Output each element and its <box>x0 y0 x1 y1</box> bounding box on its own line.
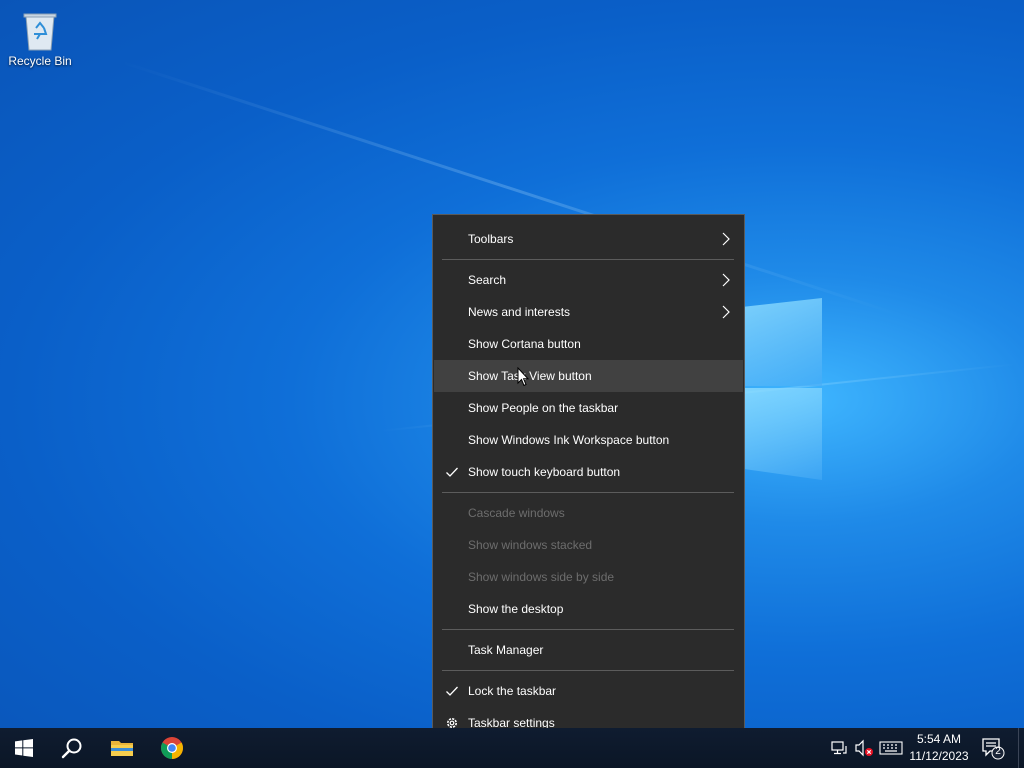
menu-item-label: News and interests <box>468 305 571 319</box>
menu-separator <box>442 670 734 671</box>
action-center-button[interactable]: 2 <box>980 736 1006 760</box>
chevron-right-icon <box>722 305 730 319</box>
mouse-pointer-icon <box>517 367 529 387</box>
network-icon[interactable] <box>830 739 848 757</box>
menu-item-label: Show Windows Ink Workspace button <box>468 433 670 447</box>
menu-item-show-cortana-button[interactable]: Show Cortana button <box>434 328 743 360</box>
menu-item-label: Show windows stacked <box>468 538 593 552</box>
menu-item-label: Toolbars <box>468 232 514 246</box>
search-icon <box>61 738 82 759</box>
checkmark-icon <box>446 686 458 696</box>
chevron-right-icon <box>722 232 730 246</box>
menu-item-show-task-view-button[interactable]: Show Task View button <box>434 360 743 392</box>
recycle-bin-icon <box>23 13 57 51</box>
menu-item-show-windows-ink-workspace-button[interactable]: Show Windows Ink Workspace button <box>434 424 743 456</box>
menu-item-label: Show the desktop <box>468 602 564 616</box>
menu-item-task-manager[interactable]: Task Manager <box>434 634 743 666</box>
menu-item-show-windows-stacked: Show windows stacked <box>434 529 743 561</box>
file-explorer-button[interactable] <box>98 728 146 768</box>
folder-icon <box>111 741 133 756</box>
chrome-icon <box>161 737 183 759</box>
clock[interactable]: 5:54 AM 11/12/2023 <box>900 731 978 765</box>
menu-item-label: Show touch keyboard button <box>468 465 621 479</box>
show-desktop-button[interactable] <box>1018 728 1024 768</box>
menu-item-show-the-desktop[interactable]: Show the desktop <box>434 593 743 625</box>
menu-separator <box>442 259 734 260</box>
menu-item-label: Show Cortana button <box>468 337 581 351</box>
wallpaper-windows-logo <box>744 290 824 482</box>
clock-time: 5:54 AM <box>916 732 962 746</box>
notification-count: 2 <box>995 746 1001 757</box>
chevron-right-icon <box>722 273 730 287</box>
taskbar: 5:54 AM 11/12/2023 2 <box>0 728 1024 768</box>
menu-item-show-touch-keyboard-button[interactable]: Show touch keyboard button <box>434 456 743 488</box>
taskbar-context-menu: Toolbars Search News and interests Show … <box>432 214 745 748</box>
menu-item-news-and-interests[interactable]: News and interests <box>434 296 743 328</box>
menu-item-label: Cascade windows <box>468 506 565 520</box>
menu-item-label: Show People on the taskbar <box>468 401 619 415</box>
menu-item-label: Search <box>468 273 507 287</box>
menu-item-search[interactable]: Search <box>434 264 743 296</box>
menu-item-cascade-windows: Cascade windows <box>434 497 743 529</box>
menu-item-show-windows-side-by-side: Show windows side by side <box>434 561 743 593</box>
notification-icon <box>982 738 1005 760</box>
desktop-icon-label: Recycle Bin <box>8 54 72 68</box>
menu-item-lock-the-taskbar[interactable]: Lock the taskbar <box>434 675 743 707</box>
windows-logo-icon <box>15 739 33 757</box>
menu-item-label: Show windows side by side <box>468 570 615 584</box>
menu-item-label: Task Manager <box>468 643 544 657</box>
desktop-icon-recycle-bin[interactable]: Recycle Bin <box>4 6 76 68</box>
clock-date: 11/12/2023 <box>909 749 969 763</box>
search-button[interactable] <box>48 728 96 768</box>
menu-item-toolbars[interactable]: Toolbars <box>434 223 743 255</box>
menu-item-label: Lock the taskbar <box>468 684 557 698</box>
menu-separator <box>442 629 734 630</box>
menu-item-label: Show Task View button <box>468 369 592 383</box>
start-button[interactable] <box>0 728 48 768</box>
menu-separator <box>442 492 734 493</box>
volume-muted-icon[interactable] <box>854 739 874 757</box>
checkmark-icon <box>446 467 458 477</box>
chrome-button[interactable] <box>148 728 196 768</box>
menu-item-show-people-on-taskbar[interactable]: Show People on the taskbar <box>434 392 743 424</box>
